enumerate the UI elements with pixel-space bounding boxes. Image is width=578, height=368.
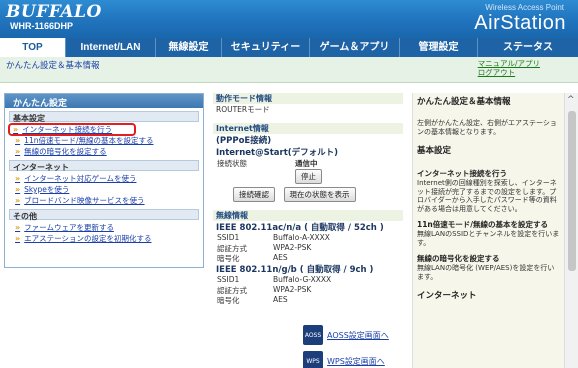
- band1-row: 認証方式 WPA2-PSK: [217, 243, 312, 253]
- band1-row: 暗号化 AES: [217, 253, 288, 263]
- scroll-thumb[interactable]: [568, 111, 576, 271]
- scroll-up-icon[interactable]: ^: [567, 95, 575, 105]
- panel-title: かんたん設定: [5, 94, 203, 109]
- arrow-icon: »: [13, 125, 19, 134]
- link-skype[interactable]: » Skypeを使う: [5, 184, 203, 195]
- link-factory-reset[interactable]: » エアステーションの設定を初期化する: [5, 233, 203, 244]
- easy-setup-panel: かんたん設定 基本設定 » インターネット接続を行う » 11n倍速モード/無線の基…: [4, 93, 204, 268]
- help-sub-encryption: 無線の暗号化を設定する: [417, 254, 500, 263]
- help-sub-11n: 11n倍速モード/無線の基本を設定する: [417, 220, 549, 229]
- logout-link[interactable]: ログアウト: [478, 68, 540, 77]
- mode-heading: 動作モード情報: [213, 93, 403, 104]
- band2-row: 暗号化 AES: [217, 295, 288, 305]
- band1-row: SSID1 Buffalo-A-XXXX: [217, 233, 330, 242]
- band2-row: SSID1 Buffalo-G-XXXX: [217, 275, 332, 284]
- help-section-internet: インターネット: [417, 291, 477, 301]
- link-broadband-video[interactable]: » ブロードバンド映像サービスを使う: [5, 195, 203, 206]
- internet-sub: (PPPoE接続): [216, 136, 272, 146]
- link-wireless-encryption[interactable]: » 無線の暗号化を設定する: [5, 146, 203, 157]
- section-internet: インターネット: [9, 160, 199, 172]
- tab-status[interactable]: ステータス: [478, 38, 578, 57]
- stop-button[interactable]: 停止: [295, 169, 322, 184]
- link-11n-wireless[interactable]: » 11n倍速モード/無線の基本を設定する: [5, 135, 203, 146]
- tab-admin[interactable]: 管理設定: [400, 38, 478, 57]
- section-basic: 基本設定: [9, 111, 199, 123]
- internet-heading: Internet情報: [213, 123, 403, 134]
- section-other: その他: [9, 209, 199, 221]
- help-section-basic: 基本設定: [417, 146, 452, 156]
- wps-row: WPS WPS設定画面へ: [303, 351, 385, 368]
- help-sub-internet-text: Internet側の回線種別を探索し、インターネット接続が完了するまでの設定をし…: [417, 179, 557, 213]
- product-name: AirStation: [474, 12, 566, 34]
- arrow-icon: »: [15, 147, 21, 156]
- tab-security[interactable]: セキュリティー: [222, 38, 310, 57]
- sub-bar: かんたん設定＆基本情報 マニュアル/アプリ ログアウト: [0, 57, 578, 83]
- info-panel: 動作モード情報 ROUTERモード Internet情報 (PPPoE接続) I…: [213, 93, 403, 368]
- scrollbar[interactable]: ^: [564, 93, 578, 368]
- arrow-icon: »: [15, 223, 21, 232]
- app-header: BUFFALO WHR-1166DHP Wireless Access Poin…: [0, 0, 578, 38]
- link-games[interactable]: » インターネット対応ゲームを使う: [5, 173, 203, 184]
- conn-value: 通信中: [295, 159, 318, 168]
- conn-label: 接続状態: [217, 159, 247, 168]
- wps-link[interactable]: WPS設定画面へ: [327, 356, 385, 367]
- manual-links: マニュアル/アプリ ログアウト: [478, 59, 540, 77]
- tab-internet-lan[interactable]: Internet/LAN: [66, 38, 156, 57]
- wireless-heading: 無線情報: [213, 210, 403, 221]
- link-firmware[interactable]: » ファームウェアを更新する: [5, 222, 203, 233]
- aoss-row: AOSS AOSS設定画面へ: [303, 325, 389, 345]
- wap-label: Wireless Access Point: [485, 3, 564, 12]
- help-panel: かんたん設定＆基本情報 左側がかんたん設定、右側がエアステーションの基本情報とな…: [412, 93, 564, 368]
- show-status-button[interactable]: 現在の状態を表示: [283, 187, 356, 202]
- help-sub-internet: インターネット接続を行う: [417, 169, 507, 178]
- mode-value: ROUTERモード: [216, 105, 270, 114]
- model-name: WHR-1166DHP: [10, 21, 74, 31]
- wps-icon: WPS: [303, 351, 323, 368]
- tab-top[interactable]: TOP: [0, 38, 66, 57]
- arrow-icon: »: [15, 174, 21, 183]
- breadcrumb: かんたん設定＆基本情報: [6, 60, 100, 70]
- manual-link[interactable]: マニュアル/アプリ: [478, 59, 540, 68]
- arrow-icon: »: [15, 234, 21, 243]
- help-heading: かんたん設定＆基本情報: [417, 97, 511, 107]
- help-sub-11n-text: 無線LANのSSIDとチャンネルを設定を行います。: [417, 230, 560, 247]
- arrow-icon: »: [15, 185, 21, 194]
- help-intro: 左側がかんたん設定、右側がエアステーションの基本情報となります。: [417, 119, 557, 136]
- main-nav: TOP Internet/LAN 無線設定 セキュリティー ゲーム＆アプリ 管理…: [0, 38, 578, 57]
- band1-title: IEEE 802.11ac/n/a ( 自動取得 / 52ch ): [216, 223, 384, 233]
- band2-title: IEEE 802.11n/g/b ( 自動取得 / 9ch ): [216, 265, 374, 275]
- tab-game-apps[interactable]: ゲーム＆アプリ: [310, 38, 400, 57]
- buffalo-logo: BUFFALO: [6, 2, 102, 22]
- internet-start: Internet@Start(デフォルト): [216, 148, 339, 158]
- band2-row: 認証方式 WPA2-PSK: [217, 285, 312, 295]
- tab-wireless[interactable]: 無線設定: [156, 38, 222, 57]
- arrow-icon: »: [15, 196, 21, 205]
- confirm-button[interactable]: 接続確認: [233, 187, 275, 202]
- aoss-link[interactable]: AOSS設定画面へ: [327, 330, 389, 341]
- link-internet-connect[interactable]: » インターネット接続を行う: [8, 123, 136, 136]
- arrow-icon: »: [15, 136, 21, 145]
- aoss-icon: AOSS: [303, 325, 323, 345]
- help-sub-encryption-text: 無線LANの暗号化 (WEP/AES)を設定を行います。: [417, 264, 555, 281]
- conn-row: 接続状態 通信中: [213, 158, 403, 168]
